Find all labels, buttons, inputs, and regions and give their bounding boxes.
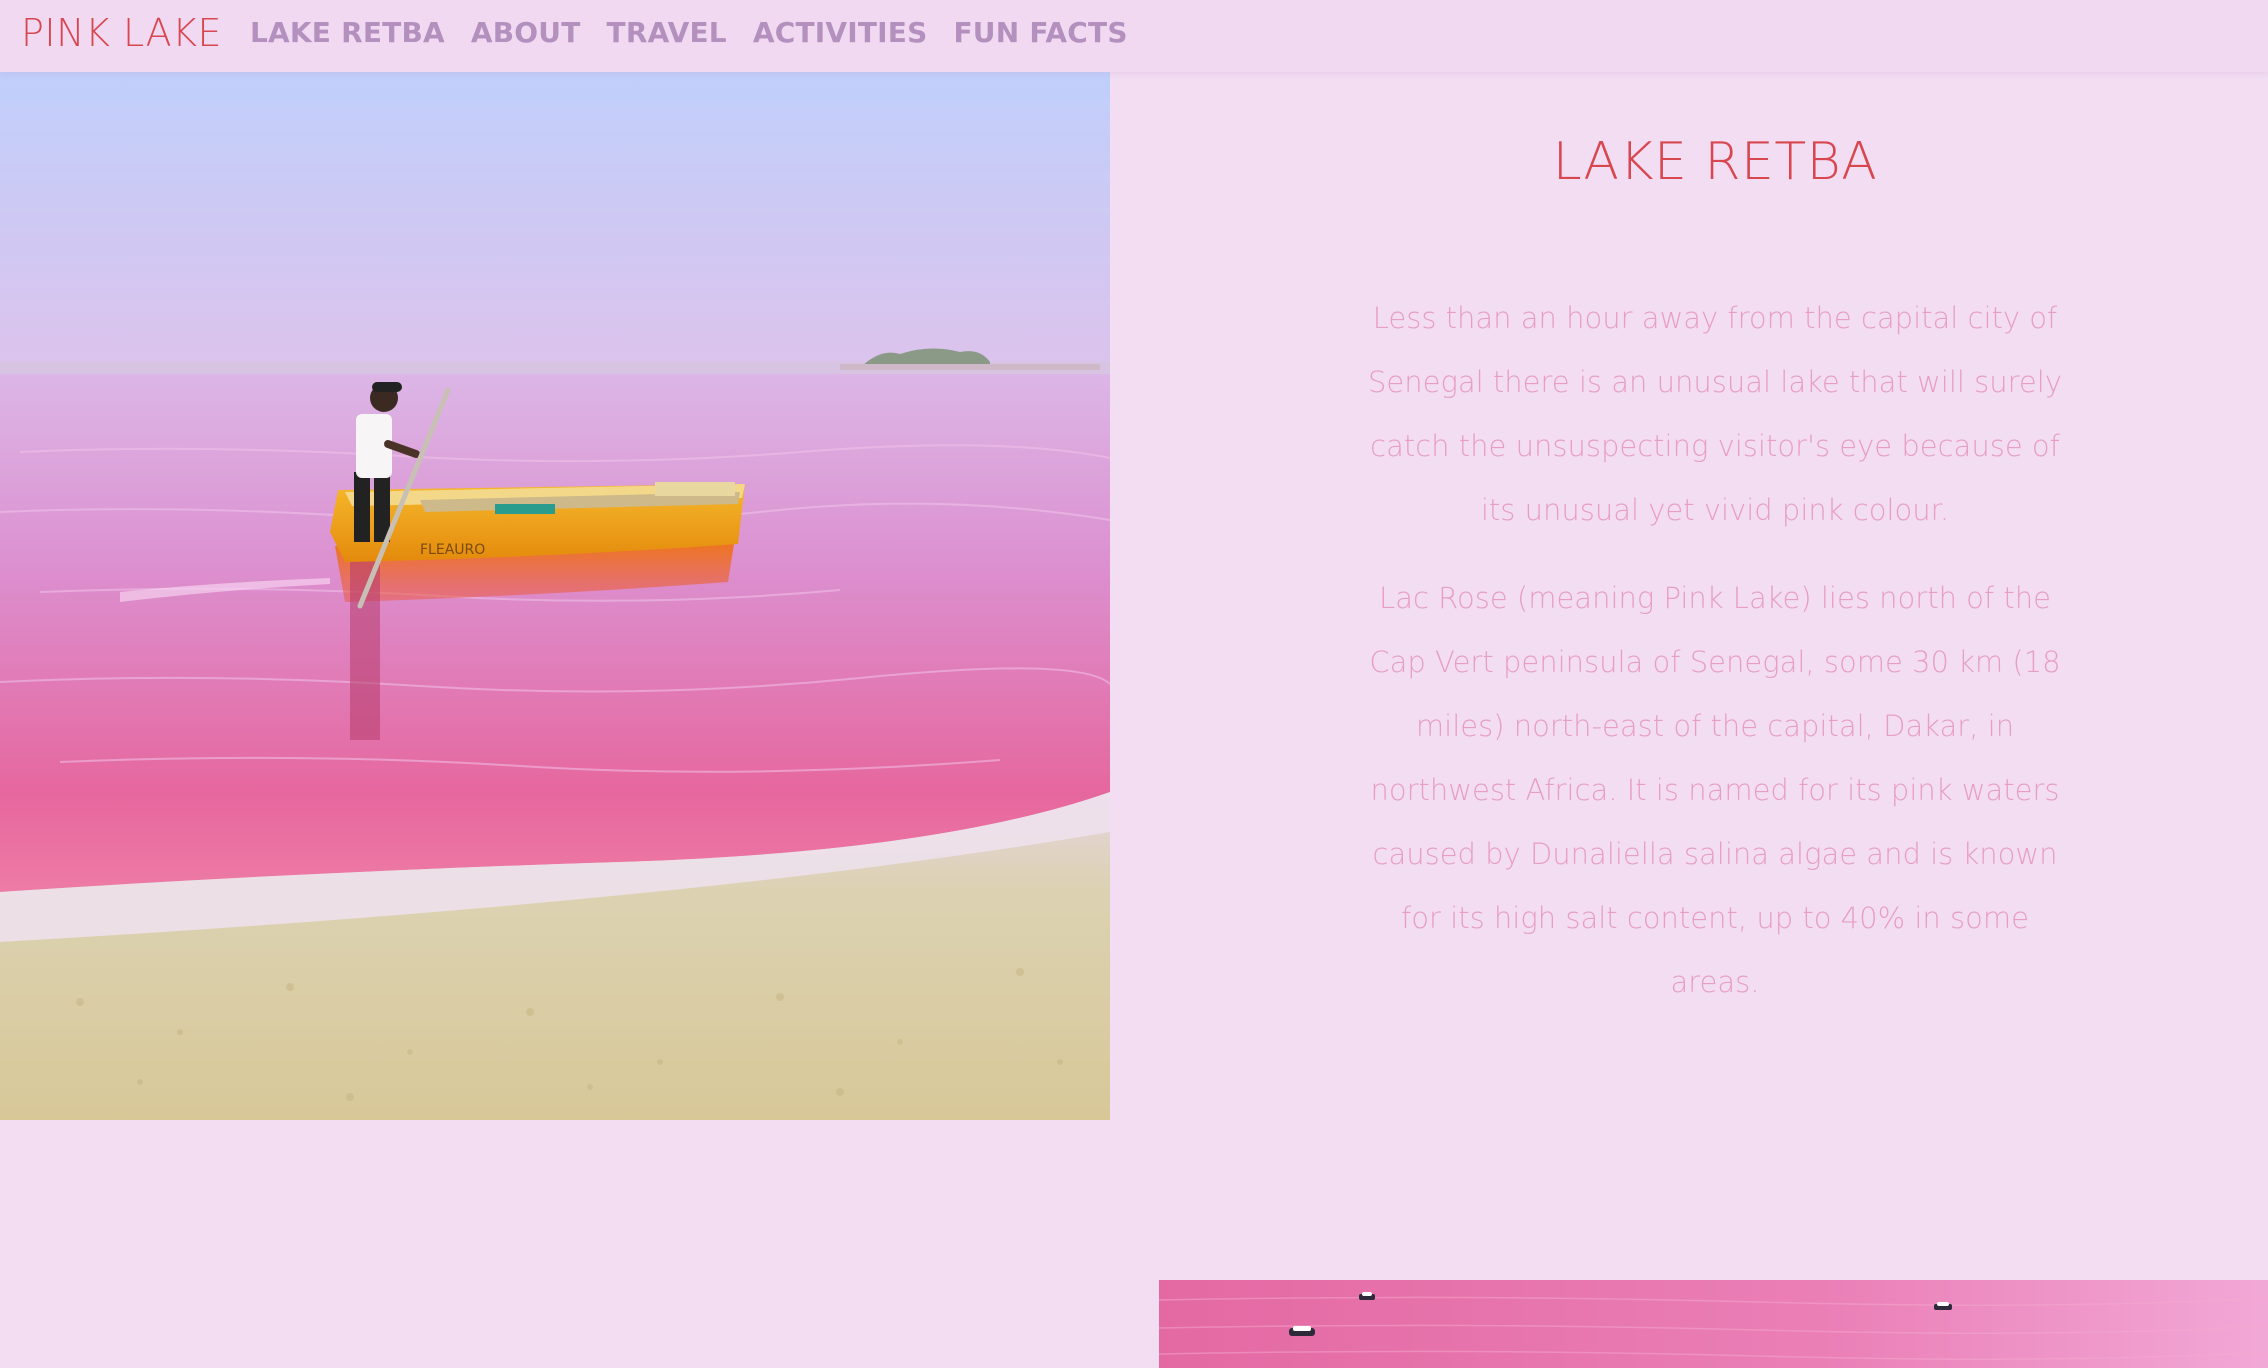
section-title: LAKE RETBA	[1552, 132, 1878, 192]
svg-text:FLEAURO: FLEAURO	[420, 542, 485, 558]
nav-link-activities[interactable]: ACTIVITIES	[753, 16, 928, 49]
nav-link-lake-retba[interactable]: LAKE RETBA	[250, 16, 445, 49]
aerial-image	[1159, 1280, 2268, 1368]
details-paragraph: Lac Rose (meaning Pink Lake) lies north …	[1369, 581, 2061, 999]
nav-link-about[interactable]: ABOUT	[471, 16, 581, 49]
nav-link-travel[interactable]: TRAVEL	[607, 16, 727, 49]
brand-logo-link[interactable]: PINK LAKE	[21, 11, 222, 55]
hero-image: FLEAURO	[0, 72, 1110, 1120]
intro-paragraph: Less than an hour away from the capital …	[1368, 301, 2062, 527]
nav-link-fun-facts[interactable]: FUN FACTS	[953, 16, 1127, 49]
intro-section: LAKE RETBA Less than an hour away from t…	[1320, 120, 2110, 1014]
nav-links: LAKE RETBA ABOUT TRAVEL ACTIVITIES FUN F…	[250, 16, 1128, 49]
navbar: PINK LAKE LAKE RETBA ABOUT TRAVEL ACTIVI…	[0, 0, 2268, 72]
